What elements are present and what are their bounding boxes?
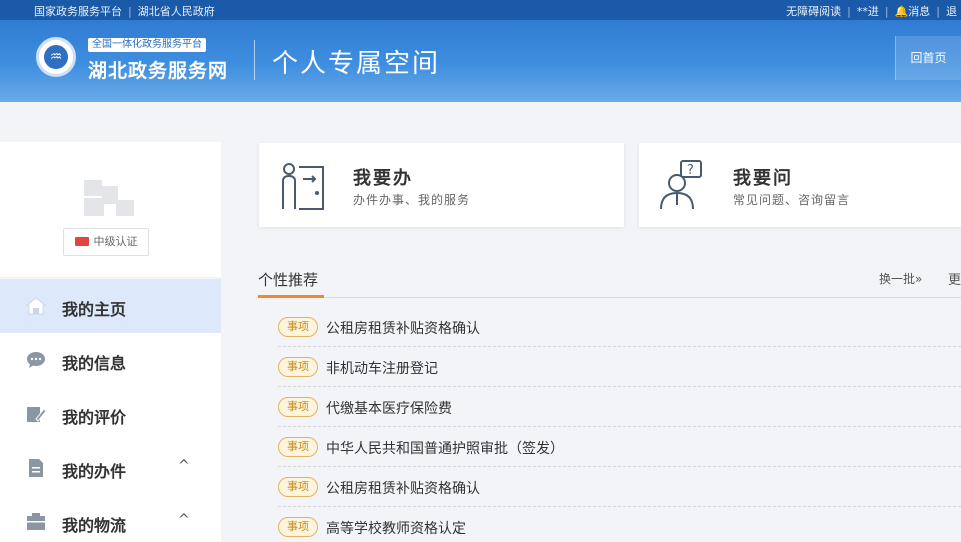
site-logo-icon[interactable]: ♒ (36, 37, 76, 77)
sidebar-item-reviews[interactable]: 我的评价 (0, 387, 221, 441)
sidebar-item-logistics[interactable]: 我的物流 ^ (0, 495, 221, 542)
more-link[interactable]: 更 (948, 269, 961, 288)
page-title: 个人专属空间 (272, 49, 441, 79)
action-card-ask[interactable]: ? 我要问 常见问题、咨询留言 (639, 143, 961, 227)
list-item-text[interactable]: 非机动车注册登记 (326, 358, 438, 378)
sidebar-item-label: 我的物流 (62, 516, 127, 535)
sidebar-item-info[interactable]: 我的信息 (0, 333, 221, 387)
item-tag-badge: 事项 (278, 397, 318, 417)
logistics-icon (27, 513, 45, 530)
sidebar-item-home[interactable]: 我的主页 (0, 279, 221, 333)
link-accessibility[interactable]: 无障碍阅读 (786, 5, 841, 18)
list-item[interactable]: 事项 中华人民共和国普通护照审批（签发） (278, 427, 961, 467)
link-logout[interactable]: 退 (946, 5, 957, 18)
topbar-right-links: 无障碍阅读 | **进 | 🔔消息 | 退 (786, 5, 957, 18)
chevron-up-icon[interactable]: ^ (178, 512, 190, 528)
action-card-title: 我要问 (733, 168, 793, 189)
active-tab-underline (258, 295, 324, 298)
list-item-text[interactable]: 代缴基本医疗保险费 (326, 398, 452, 418)
list-item-text[interactable]: 公租房租赁补贴资格确认 (326, 318, 480, 338)
document-icon (29, 459, 43, 477)
id-card-icon (74, 236, 89, 246)
list-item-text[interactable]: 公租房租赁补贴资格确认 (326, 478, 480, 498)
certification-badge[interactable]: 中级认证 (63, 228, 149, 256)
sidebar-item-label: 我的主页 (62, 300, 127, 319)
action-card-subtitle: 常见问题、咨询留言 (733, 193, 851, 207)
item-tag-badge: 事项 (278, 357, 318, 377)
top-utility-bar: 国家政务服务平台 | 湖北省人民政府 无障碍阅读 | **进 | 🔔消息 | 退 (0, 0, 961, 20)
link-messages[interactable]: 消息 (908, 5, 930, 18)
link-national-platform[interactable]: 国家政务服务平台 (34, 5, 122, 18)
recommendations-header: 个性推荐 换一批» 更 (258, 266, 961, 298)
list-item[interactable]: 事项 非机动车注册登记 (278, 347, 961, 387)
profile-card: 中级认证 (0, 142, 221, 277)
list-item-text[interactable]: 高等学校教师资格认定 (326, 518, 466, 538)
avatar[interactable] (82, 180, 138, 220)
cert-level-label: 中级认证 (93, 235, 138, 248)
list-item[interactable]: 事项 代缴基本医疗保险费 (278, 387, 961, 427)
message-icon (27, 352, 45, 368)
sidebar-item-label: 我的信息 (62, 354, 127, 373)
home-icon (26, 297, 46, 315)
item-tag-badge: 事项 (278, 437, 318, 457)
svg-text:?: ? (687, 163, 694, 178)
sidebar-item-label: 我的评价 (62, 408, 127, 427)
header-banner: ♒ 全国一体化政务服务平台 湖北政务服务网 个人专属空间 回首页 (0, 20, 961, 102)
topbar-left-links: 国家政务服务平台 | 湖北省人民政府 (34, 5, 215, 18)
item-tag-badge: 事项 (278, 517, 318, 537)
review-icon (27, 407, 46, 422)
header-divider (254, 40, 255, 80)
bell-icon[interactable]: 🔔 (895, 5, 909, 18)
list-item-text[interactable]: 中华人民共和国普通护照审批（签发） (326, 438, 564, 458)
refresh-batch-button[interactable]: 换一批» (879, 270, 922, 287)
action-card-subtitle: 办件办事、我的服务 (353, 193, 471, 207)
sidebar-nav: 我的主页 我的信息 我的评价 我的办件 ^ 我的物流 ^ (0, 279, 221, 542)
action-card-title: 我要办 (353, 168, 413, 189)
person-process-icon (282, 163, 324, 210)
link-hubei-government[interactable]: 湖北省人民政府 (138, 5, 215, 18)
list-item[interactable]: 事项 公租房租赁补贴资格确认 (278, 467, 961, 507)
item-tag-badge: 事项 (278, 477, 318, 497)
user-name-link[interactable]: **进 (857, 5, 879, 18)
brand-tag: 全国一体化政务服务平台 (88, 38, 206, 52)
brand-name[interactable]: 湖北政务服务网 (88, 56, 228, 83)
list-item[interactable]: 事项 公租房租赁补贴资格确认 (278, 307, 961, 347)
sidebar-item-label: 我的办件 (62, 462, 127, 481)
recommendations-title[interactable]: 个性推荐 (258, 269, 318, 290)
sidebar-item-cases[interactable]: 我的办件 ^ (0, 441, 221, 495)
chevron-up-icon[interactable]: ^ (178, 458, 190, 474)
action-card-handle[interactable]: 我要办 办件办事、我的服务 (259, 143, 624, 227)
person-question-icon: ? (660, 160, 702, 210)
list-item[interactable]: 事项 高等学校教师资格认定 (278, 507, 961, 542)
item-tag-badge: 事项 (278, 317, 318, 337)
home-button[interactable]: 回首页 (895, 36, 961, 80)
